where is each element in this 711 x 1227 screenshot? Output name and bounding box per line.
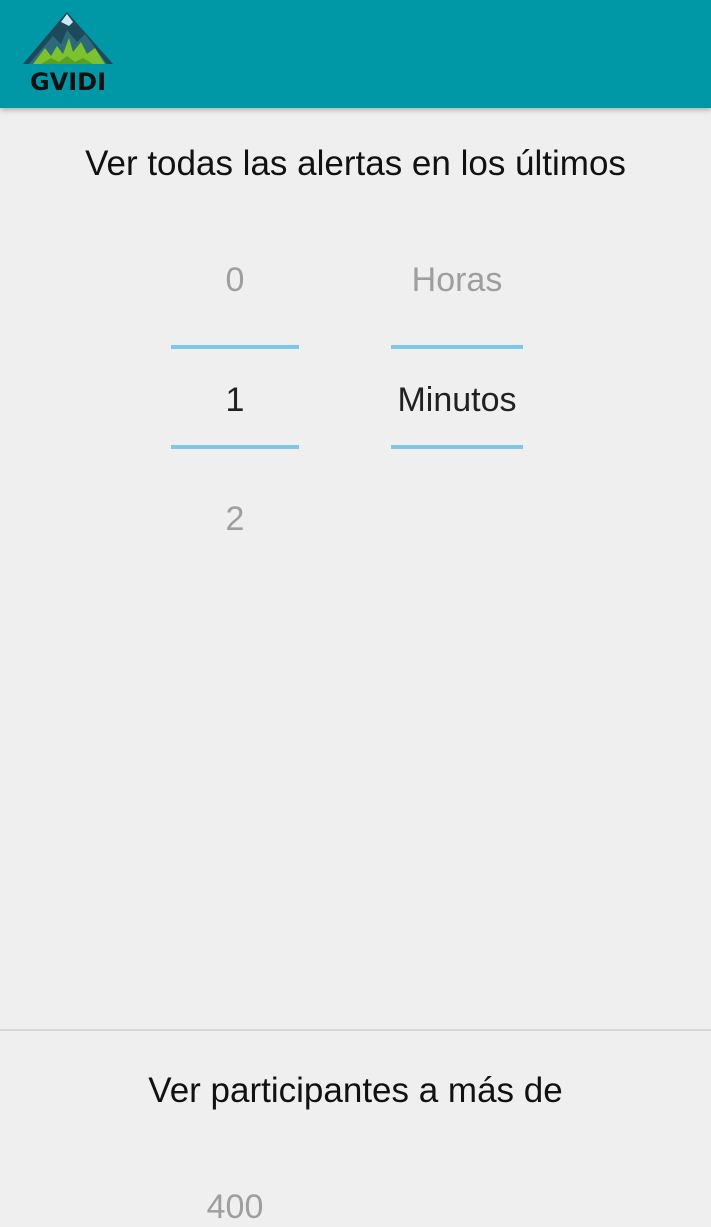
unit-picker-prev-value[interactable]: Horas [385,260,529,300]
unit-picker-bottom-divider [391,445,523,449]
gvidi-logo: GVIDI [21,12,115,96]
app-bar: GVIDI [0,0,711,108]
section-divider [0,1029,711,1031]
logo-text: GVIDI [29,68,107,96]
mountain-logo-icon [23,12,113,64]
number-picker-prev-value[interactable]: 0 [171,260,299,300]
participants-section-title: Ver participantes a más de [148,1071,563,1110]
distance-picker-prev-value[interactable]: 400 [171,1187,299,1227]
unit-picker-selected-value[interactable]: Minutos [385,380,529,420]
number-picker-next-value[interactable]: 2 [171,499,299,539]
alerts-section-title: Ver todas las alertas en los últimos [85,144,626,183]
number-picker-top-divider [171,345,299,349]
number-picker-selected-value[interactable]: 1 [171,380,299,420]
unit-picker-top-divider [391,345,523,349]
number-picker-bottom-divider [171,445,299,449]
